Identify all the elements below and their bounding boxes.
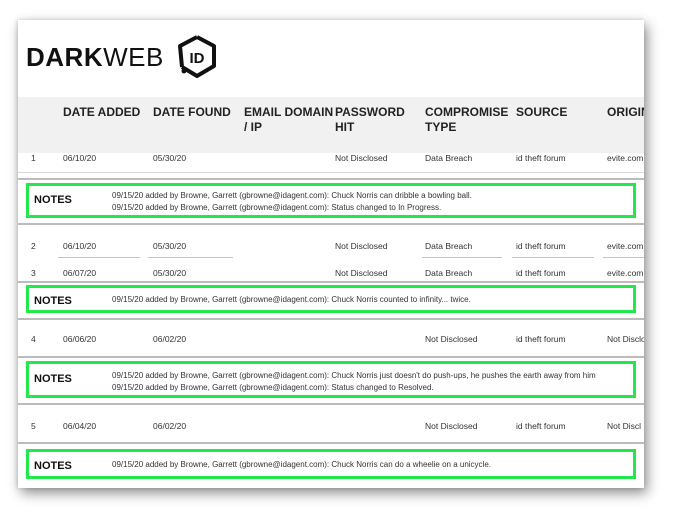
row-divider (18, 172, 644, 173)
row-number: 1 (31, 153, 36, 163)
row-number: 2 (31, 241, 36, 251)
col-header-password-hit: PASSWORD HIT (335, 105, 405, 134)
cell-compromise-type: Not Disclosed (425, 334, 478, 344)
row-divider (18, 178, 644, 180)
cell-origin: Not Disclo (607, 334, 644, 344)
logo-dark-text: DARK (26, 41, 104, 72)
note-line: 09/15/20 added by Browne, Garrett (gbrow… (112, 203, 442, 212)
notes-label: NOTES (34, 373, 72, 385)
cell-source: id theft forum (516, 268, 566, 278)
col-header-date-found: DATE FOUND (153, 105, 231, 119)
col-header-compromise-type: COMPROMISE TYPE (425, 105, 509, 134)
notes-lines: 09/15/20 added by Browne, Garrett (gbrow… (112, 370, 596, 394)
notes-box: NOTES 09/15/20 added by Browne, Garrett … (26, 183, 636, 218)
notes-lines: 09/15/20 added by Browne, Garrett (gbrow… (112, 459, 491, 471)
cell-date-found: 06/02/20 (153, 334, 187, 344)
note-line: 09/15/20 added by Browne, Garrett (gbrow… (112, 383, 434, 392)
note-line: 09/15/20 added by Browne, Garrett (gbrow… (112, 295, 471, 304)
table-row: 1 06/10/20 05/30/20 Not Disclosed Data B… (18, 149, 644, 169)
row-number: 3 (31, 268, 36, 278)
cell-underline (512, 257, 594, 258)
cell-date-added: 06/07/20 (63, 268, 97, 278)
cell-underline (148, 257, 233, 258)
logo-wordmark: DARKWEB (26, 42, 164, 73)
cell-date-added: 06/10/20 (63, 241, 97, 251)
logo-web-text: WEB (103, 41, 164, 72)
cell-underline (422, 257, 502, 258)
cell-password-hit: Not Disclosed (335, 268, 388, 278)
darkweb-id-logo: DARKWEB ID (26, 34, 220, 80)
cell-underline (603, 257, 644, 258)
notes-label: NOTES (34, 194, 72, 206)
cell-source: id theft forum (516, 153, 566, 163)
cell-compromise-type: Data Breach (425, 153, 473, 163)
notes-label: NOTES (34, 460, 72, 472)
cell-date-found: 06/02/20 (153, 421, 187, 431)
row-divider (18, 442, 644, 444)
report-sheet: DARKWEB ID DATE ADDED DATE FOUND EMAIL D… (18, 20, 644, 488)
notes-lines: 09/15/20 added by Browne, Garrett (gbrow… (112, 190, 472, 214)
row-divider (18, 318, 644, 320)
notes-box: NOTES 09/15/20 added by Browne, Garrett … (26, 285, 636, 313)
badge-text: ID (189, 50, 204, 67)
row-divider (18, 223, 644, 225)
notes-box: NOTES 09/15/20 added by Browne, Garrett … (26, 449, 636, 479)
row-number: 4 (31, 334, 36, 344)
cell-origin: evite.com (607, 153, 644, 163)
note-line: 09/15/20 added by Browne, Garrett (gbrow… (112, 191, 472, 200)
cell-source: id theft forum (516, 241, 566, 251)
note-line: 09/15/20 added by Browne, Garrett (gbrow… (112, 371, 596, 380)
notes-box: NOTES 09/15/20 added by Browne, Garrett … (26, 361, 636, 398)
cell-date-added: 06/10/20 (63, 153, 97, 163)
note-line: 09/15/20 added by Browne, Garrett (gbrow… (112, 460, 491, 469)
row-divider (18, 281, 644, 283)
col-header-date-added: DATE ADDED (63, 105, 141, 119)
cell-source: id theft forum (516, 334, 566, 344)
cell-password-hit: Not Disclosed (335, 241, 388, 251)
col-header-source: SOURCE (516, 105, 568, 119)
row-divider (18, 403, 644, 405)
cell-date-added: 06/06/20 (63, 334, 97, 344)
col-header-email-domain: EMAIL DOMAIN / IP (244, 105, 334, 134)
cell-password-hit: Not Disclosed (335, 153, 388, 163)
cell-compromise-type: Data Breach (425, 241, 473, 251)
table-row: 5 06/04/20 06/02/20 Not Disclosed id the… (18, 417, 644, 437)
cell-origin: Not Discl (607, 421, 642, 431)
cell-compromise-type: Data Breach (425, 268, 473, 278)
table-row: 4 06/06/20 06/02/20 Not Disclosed id the… (18, 330, 644, 350)
row-number: 5 (31, 421, 36, 431)
notes-lines: 09/15/20 added by Browne, Garrett (gbrow… (112, 294, 471, 306)
cell-origin: evite.com (607, 241, 644, 251)
cell-origin: evite.com (607, 268, 644, 278)
cell-date-added: 06/04/20 (63, 421, 97, 431)
cell-date-found: 05/30/20 (153, 241, 187, 251)
row-divider (18, 356, 644, 358)
notes-label: NOTES (34, 295, 72, 307)
cell-compromise-type: Not Disclosed (425, 421, 478, 431)
cell-underline (58, 257, 140, 258)
cell-date-found: 05/30/20 (153, 268, 187, 278)
table-row: 2 06/10/20 05/30/20 Not Disclosed Data B… (18, 237, 644, 257)
cell-date-found: 05/30/20 (153, 153, 187, 163)
col-header-origin: ORIGIN (607, 105, 644, 119)
cell-source: id theft forum (516, 421, 566, 431)
hexagon-id-badge-icon: ID (177, 35, 216, 78)
